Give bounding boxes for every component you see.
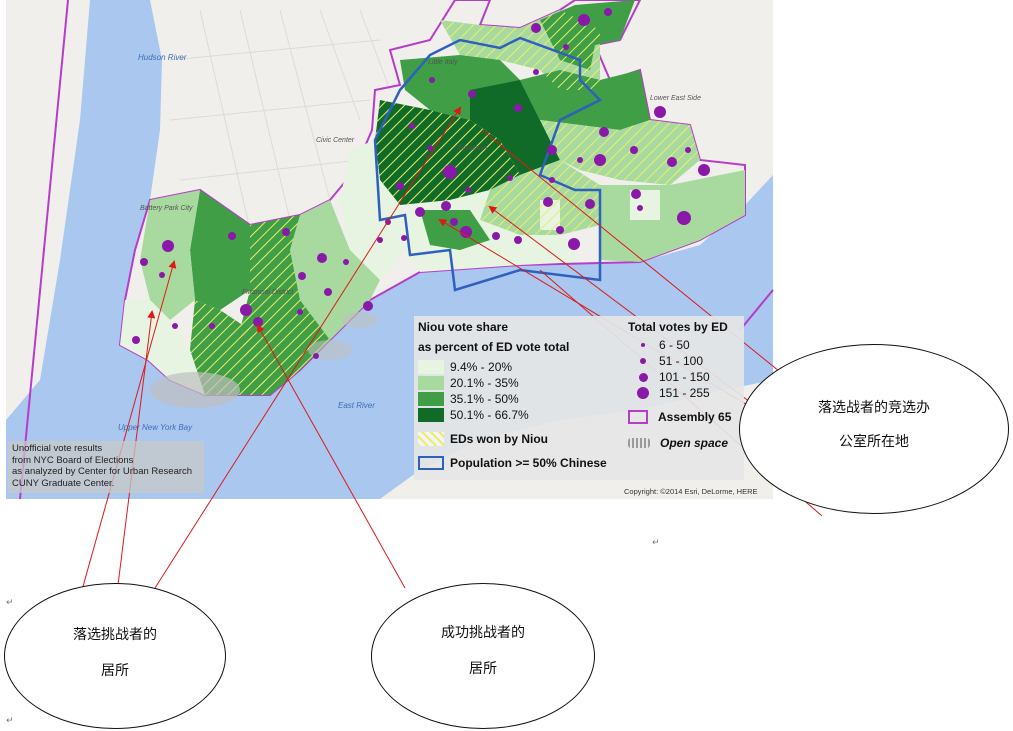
legend-open-space: Open space: [628, 436, 728, 450]
place-label-battery: Battery Park City: [140, 205, 193, 212]
callout-winning-line2: 居所: [469, 661, 497, 677]
place-label-civic: Civic Center: [316, 137, 355, 144]
callout-losing-line2: 居所: [101, 663, 129, 679]
legend-population: Population >= 50% Chinese: [418, 456, 607, 470]
share-swatch: [418, 392, 444, 406]
callout-office-line1: 落选战者的竞选办: [818, 400, 930, 416]
share-label: 9.4% - 20%: [450, 360, 513, 374]
water-label-hudson: Hudson River: [138, 53, 187, 62]
vote-dot-icon: [637, 387, 649, 399]
source-line: Unofficial vote results: [12, 443, 103, 454]
hatch-swatch: [418, 432, 444, 446]
callout-losing-line1: 落选挑战者的: [73, 627, 157, 643]
legend-share-class: 35.1% - 50%: [418, 392, 519, 406]
population-label: Population >= 50% Chinese: [450, 456, 607, 470]
place-label-financial: Financial District: [242, 289, 294, 296]
callout-office-line2: 公室所在地: [839, 434, 909, 450]
vote-dot-icon: [640, 358, 646, 364]
share-label: 50.1% - 66.7%: [450, 408, 529, 422]
vote-label: 6 - 50: [659, 338, 690, 352]
place-label-les: Lower East Side: [650, 95, 701, 102]
callout-office: 落选战者的竞选办 公室所在地: [739, 344, 1009, 514]
vote-dot-icon: [639, 372, 648, 382]
open-space-label: Open space: [660, 436, 729, 450]
water-label-east: East River: [338, 401, 375, 410]
legend-share-class: 50.1% - 66.7%: [418, 408, 529, 422]
paragraph-mark: ↵: [652, 538, 660, 548]
vote-label: 51 - 100: [659, 354, 704, 368]
legend-eds-won: EDs won by Niou: [418, 432, 548, 446]
legend-votes-title: Total votes by ED: [628, 320, 728, 334]
vote-dot-icon: [641, 343, 645, 347]
map-legend: Niou vote share as percent of ED vote to…: [414, 316, 744, 480]
source-line: as analyzed by Center for Urban Research: [12, 466, 193, 477]
legend-assembly: Assembly 65: [628, 410, 731, 424]
water-label-bay: Upper New York Bay: [118, 423, 193, 432]
callout-winning-home: 成功挑战者的 居所: [371, 583, 595, 729]
open-space-swatch: [628, 438, 650, 448]
share-swatch: [418, 360, 444, 374]
eds-won-label: EDs won by Niou: [450, 432, 549, 446]
population-swatch: [418, 456, 444, 470]
legend-vote-class: 101 - 150: [636, 370, 710, 384]
share-swatch: [418, 408, 444, 422]
legend-vote-class: 6 - 50: [636, 338, 690, 352]
share-label: 20.1% - 35%: [450, 376, 519, 390]
legend-share-title: Niou vote share: [418, 320, 509, 334]
legend-vote-class: 51 - 100: [636, 354, 703, 368]
copyright-text: Copyright: ©2014 Esri, DeLorme, HERE: [624, 487, 758, 496]
source-note: Unofficial vote results from NYC Board o…: [8, 441, 204, 493]
vote-label: 151 - 255: [659, 386, 710, 400]
assembly-swatch: [628, 410, 648, 424]
place-label-little-italy: Little Italy: [428, 59, 458, 66]
assembly-label: Assembly 65: [658, 410, 732, 424]
legend-share-class: 9.4% - 20%: [418, 360, 512, 374]
paragraph-mark: ↵: [6, 716, 14, 726]
place-label-chinatown: Chinatown: [454, 145, 487, 152]
legend-vote-class: 151 - 255: [636, 386, 710, 400]
legend-share-subtitle: as percent of ED vote total: [418, 340, 570, 354]
paragraph-mark: ↵: [6, 598, 14, 608]
callout-losing-home: 落选挑战者的 居所: [4, 583, 226, 729]
share-swatch: [418, 376, 444, 390]
vote-label: 101 - 150: [659, 370, 710, 384]
share-label: 35.1% - 50%: [450, 392, 519, 406]
legend-share-class: 20.1% - 35%: [418, 376, 519, 390]
callout-winning-line1: 成功挑战者的: [441, 625, 525, 641]
source-line: from NYC Board of Elections: [12, 454, 134, 466]
source-line: CUNY Graduate Center.: [12, 477, 115, 489]
